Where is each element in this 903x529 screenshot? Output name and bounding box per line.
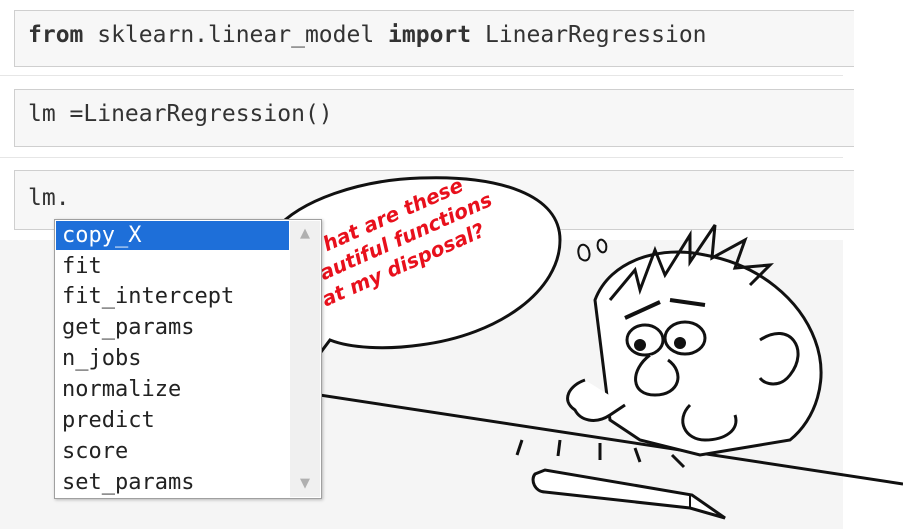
autocomplete-item[interactable]: predict bbox=[56, 406, 289, 435]
autocomplete-item[interactable]: score bbox=[56, 437, 289, 466]
character-eye bbox=[625, 323, 665, 357]
sweat-drop-icon bbox=[596, 238, 608, 254]
autocomplete-item[interactable]: n_jobs bbox=[56, 344, 289, 373]
autocomplete-dropdown[interactable]: copy_X fit fit_intercept get_params n_jo… bbox=[54, 219, 322, 499]
scroll-up-icon[interactable]: ▲ bbox=[298, 227, 312, 241]
character-nose bbox=[634, 353, 680, 397]
pencil-icon bbox=[531, 468, 726, 520]
scroll-down-icon[interactable]: ▼ bbox=[298, 477, 312, 491]
sweat-drop-icon bbox=[577, 243, 591, 262]
autocomplete-item[interactable]: fit_intercept bbox=[56, 282, 289, 311]
autocomplete-item[interactable]: set_params bbox=[56, 468, 289, 497]
dropdown-scrollbar[interactable]: ▲ ▼ bbox=[290, 221, 320, 497]
autocomplete-item[interactable]: normalize bbox=[56, 375, 289, 404]
autocomplete-item[interactable]: copy_X bbox=[56, 221, 289, 250]
autocomplete-item[interactable]: get_params bbox=[56, 313, 289, 342]
autocomplete-item[interactable]: fit bbox=[56, 252, 289, 281]
character-eye bbox=[663, 320, 707, 356]
